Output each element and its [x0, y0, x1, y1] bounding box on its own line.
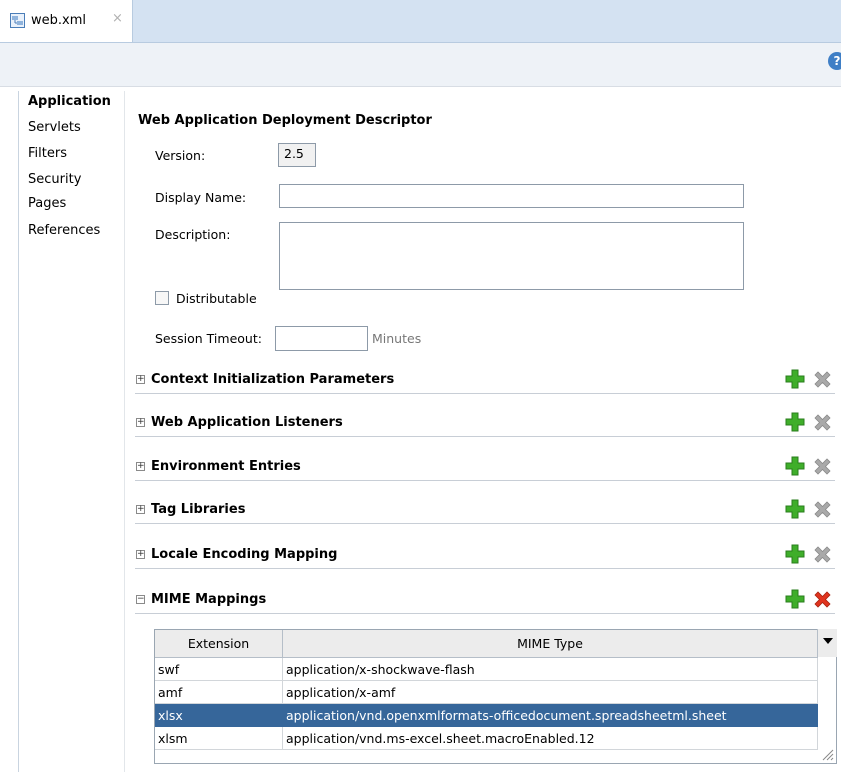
resize-grip-icon[interactable] [818, 745, 834, 761]
session-timeout-field[interactable] [275, 326, 368, 351]
extension-cell[interactable]: xlsm [155, 727, 283, 750]
section-locale-encoding-mapping: + Locale Encoding Mapping [135, 544, 835, 569]
expand-icon[interactable]: + [136, 418, 145, 427]
nav-divider [124, 91, 125, 772]
close-icon[interactable]: × [112, 11, 123, 26]
editor-toolbar [0, 43, 841, 87]
extension-cell[interactable]: amf [155, 681, 283, 704]
section-divider [135, 523, 835, 524]
section-divider [135, 568, 835, 569]
add-icon[interactable] [785, 412, 805, 432]
description-field[interactable] [279, 222, 744, 290]
display-name-field[interactable] [279, 184, 744, 208]
expand-icon[interactable]: + [136, 462, 145, 471]
delete-icon[interactable] [813, 413, 832, 432]
add-icon[interactable] [785, 456, 805, 476]
version-label: Version: [155, 148, 206, 163]
section-title[interactable]: MIME Mappings [151, 592, 266, 607]
section-title[interactable]: Tag Libraries [151, 502, 245, 517]
nav-item-filters[interactable]: Filters [28, 146, 67, 161]
expand-icon[interactable]: + [136, 505, 145, 514]
section-title[interactable]: Context Initialization Parameters [151, 372, 394, 387]
session-timeout-label: Session Timeout: [155, 331, 262, 346]
mime-type-cell[interactable]: application/vnd.ms-excel.sheet.macroEnab… [283, 727, 818, 750]
nav-item-references[interactable]: References [28, 223, 100, 238]
section-web-app-listeners: + Web Application Listeners [135, 412, 835, 437]
mime-mappings-table: Extension MIME Type swf application/x-sh… [154, 629, 837, 764]
delete-icon[interactable] [813, 590, 832, 609]
section-title[interactable]: Locale Encoding Mapping [151, 547, 337, 562]
collapse-icon[interactable]: − [136, 595, 145, 604]
extension-cell[interactable]: swf [155, 658, 283, 681]
tab-web-xml[interactable]: web.xml × [0, 0, 133, 42]
tab-label: web.xml [31, 13, 86, 28]
section-title[interactable]: Web Application Listeners [151, 415, 343, 430]
section-context-init-params: + Context Initialization Parameters [135, 369, 835, 394]
description-label: Description: [155, 227, 231, 242]
delete-icon[interactable] [813, 457, 832, 476]
mime-type-cell[interactable]: application/x-amf [283, 681, 818, 704]
section-nav: Application Servlets Filters Security Pa… [18, 91, 125, 772]
display-name-label: Display Name: [155, 190, 247, 205]
distributable-label: Distributable [176, 291, 257, 306]
chevron-down-icon [822, 638, 833, 644]
delete-icon[interactable] [813, 545, 832, 564]
section-divider [135, 436, 835, 437]
nav-item-security[interactable]: Security [28, 172, 81, 187]
section-tag-libraries: + Tag Libraries [135, 499, 835, 524]
xml-file-icon [10, 13, 25, 28]
minutes-label: Minutes [372, 331, 422, 346]
add-icon[interactable] [785, 589, 805, 609]
help-icon[interactable]: ? [828, 52, 841, 70]
mime-type-cell[interactable]: application/x-shockwave-flash [283, 658, 818, 681]
page-title: Web Application Deployment Descriptor [138, 113, 432, 128]
expand-icon[interactable]: + [136, 550, 145, 559]
nav-item-pages[interactable]: Pages [28, 196, 66, 211]
add-icon[interactable] [785, 544, 805, 564]
column-menu-dropdown[interactable] [817, 629, 837, 657]
section-mime-mappings: − MIME Mappings [135, 589, 835, 614]
add-icon[interactable] [785, 499, 805, 519]
extension-cell[interactable]: xlsx [155, 704, 283, 727]
section-divider [135, 480, 835, 481]
distributable-checkbox[interactable] [155, 291, 169, 305]
delete-icon[interactable] [813, 370, 832, 389]
column-header-extension[interactable]: Extension [155, 630, 283, 658]
nav-item-application[interactable]: Application [28, 94, 111, 109]
section-divider [135, 393, 835, 394]
add-icon[interactable] [785, 369, 805, 389]
expand-icon[interactable]: + [136, 375, 145, 384]
section-environment-entries: + Environment Entries [135, 456, 835, 481]
delete-icon[interactable] [813, 500, 832, 519]
nav-item-servlets[interactable]: Servlets [28, 120, 81, 135]
column-header-mime-type[interactable]: MIME Type [283, 630, 818, 658]
section-divider [135, 613, 835, 614]
section-title[interactable]: Environment Entries [151, 459, 301, 474]
version-field[interactable]: 2.5 [278, 143, 316, 167]
mime-type-cell[interactable]: application/vnd.openxmlformats-officedoc… [283, 704, 818, 727]
